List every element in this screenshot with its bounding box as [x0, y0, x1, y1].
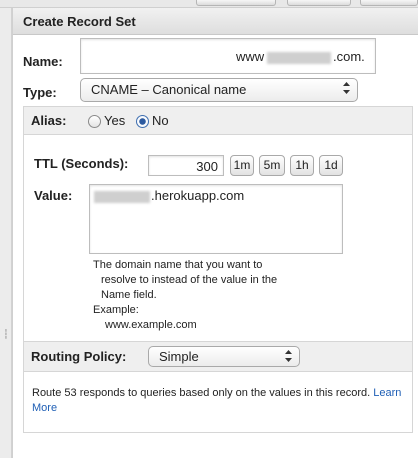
ttl-value: 300 [196, 159, 218, 174]
top-toolbar-strip [0, 0, 418, 8]
value-help-line: The domain name that you want to [93, 259, 263, 271]
panel-header: Create Record Set [13, 8, 418, 35]
alias-ttl-value-section: Alias: Yes No TTL (Seconds): 300 1m 5m 1… [23, 106, 413, 344]
create-record-set-panel: Create Record Set Name: www .com. Type: … [12, 8, 418, 458]
alias-label: Alias: [31, 113, 67, 128]
left-gutter: ┆ [0, 8, 12, 458]
type-select-value: CNAME – Canonical name [91, 82, 247, 97]
stage: ┆ Create Record Set Name: www .com. Type… [0, 0, 418, 458]
ttl-1m-button[interactable]: 1m [230, 155, 254, 176]
type-label: Type: [23, 85, 57, 100]
routing-policy-value: Simple [159, 349, 199, 364]
redacted-app-name [94, 191, 150, 203]
value-help-line: resolve to instead of the value in the [101, 274, 278, 286]
routing-policy-row: Routing Policy: Simple [24, 342, 412, 372]
routing-policy-select[interactable]: Simple [148, 346, 300, 367]
name-input[interactable]: www .com. [80, 38, 376, 74]
ttl-label: TTL (Seconds): [34, 156, 129, 171]
value-label: Value: [34, 188, 73, 203]
routing-help-text: Route 53 responds to queries based only … [32, 386, 404, 416]
resize-grip-icon[interactable]: ┆ [3, 325, 9, 343]
ttl-1h-button[interactable]: 1h [290, 155, 314, 176]
routing-help: Route 53 responds to queries based only … [32, 387, 371, 399]
alias-yes-radio[interactable] [88, 115, 101, 128]
alias-row: Alias: Yes No [24, 107, 412, 135]
value-suffix: .herokuapp.com [151, 188, 245, 203]
value-textarea[interactable]: .herokuapp.com [89, 184, 343, 254]
value-help-example: www.example.com [105, 319, 197, 331]
panel-title: Create Record Set [23, 14, 136, 29]
redacted-domain [267, 52, 331, 64]
select-arrows-icon [285, 350, 292, 362]
routing-policy-label: Routing Policy: [31, 349, 127, 364]
type-select[interactable]: CNAME – Canonical name [80, 78, 358, 102]
ttl-input[interactable]: 300 [148, 155, 224, 176]
select-arrows-icon [343, 82, 350, 94]
routing-policy-section: Routing Policy: Simple Route 53 responds… [23, 341, 413, 433]
value-help: The domain name that you want to resolve… [93, 258, 277, 333]
name-label: Name: [23, 54, 63, 69]
top-toolbar-button[interactable] [287, 0, 351, 6]
ttl-5m-button[interactable]: 5m [259, 155, 285, 176]
value-help-line: Name field. [101, 289, 157, 301]
value-help-example-label: Example: [93, 304, 139, 316]
top-toolbar-button[interactable] [360, 0, 418, 6]
alias-yes-label[interactable]: Yes [104, 113, 125, 128]
name-suffix: .com. [333, 49, 365, 64]
top-toolbar-button[interactable] [196, 0, 276, 6]
alias-no-radio[interactable] [136, 115, 149, 128]
name-prefix: www [236, 49, 265, 64]
ttl-1d-button[interactable]: 1d [319, 155, 343, 176]
alias-no-label[interactable]: No [152, 113, 169, 128]
